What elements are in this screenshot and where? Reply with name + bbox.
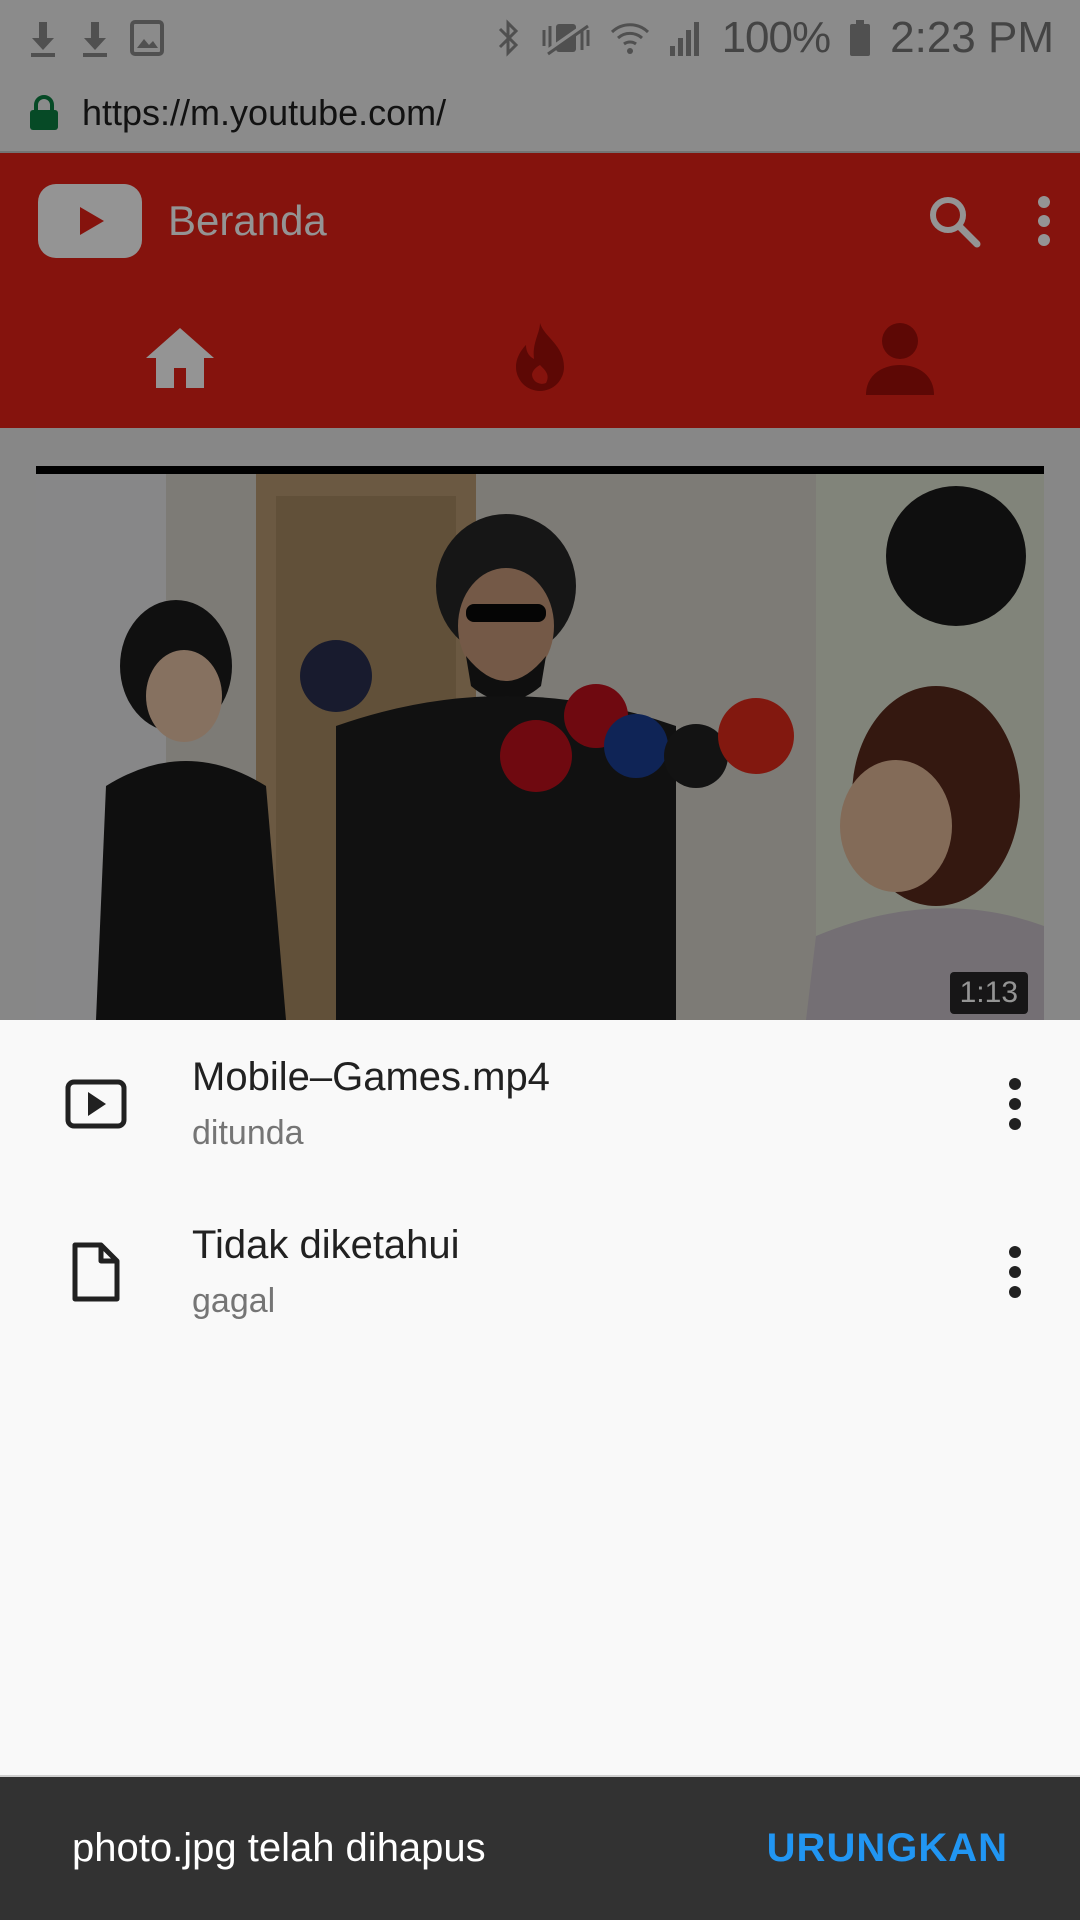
snackbar-message: photo.jpg telah dihapus (72, 1826, 486, 1870)
more-vert-icon (1009, 1078, 1021, 1130)
youtube-header: Beranda (0, 153, 1080, 428)
video-thumbnail[interactable]: 1:13 (36, 466, 1044, 1020)
page-title: Beranda (168, 196, 327, 244)
video-thumbnail-image (36, 466, 1044, 1020)
search-icon[interactable] (926, 193, 982, 249)
trending-icon (516, 323, 564, 391)
more-options-button[interactable] (950, 1188, 1080, 1356)
more-options-button[interactable] (950, 1020, 1080, 1188)
battery-icon (850, 19, 871, 56)
account-icon (866, 323, 934, 395)
download-item[interactable]: Tidak diketahui gagal (0, 1188, 1080, 1356)
battery-percent: 100% (721, 12, 832, 62)
snackbar: photo.jpg telah dihapus URUNGKAN (0, 1775, 1080, 1920)
file-icon (72, 1242, 120, 1302)
vibrate-icon (542, 21, 590, 55)
bluetooth-icon (498, 18, 518, 57)
download-name: Tidak diketahui (192, 1223, 460, 1267)
download-name: Mobile–Games.mp4 (192, 1055, 550, 1099)
lock-icon (30, 95, 58, 130)
youtube-logo-icon[interactable] (38, 183, 142, 258)
signal-icon (669, 21, 699, 56)
downloads-sheet: Mobile–Games.mp4 ditunda Tidak diketahui… (0, 1020, 1080, 1775)
url-bar[interactable]: https://m.youtube.com/ (0, 75, 1080, 153)
download-icon (31, 21, 55, 57)
url-text[interactable]: https://m.youtube.com/ (82, 92, 446, 134)
tab-home[interactable] (0, 288, 360, 428)
download-status: gagal (192, 1282, 276, 1320)
video-duration: 1:13 (949, 972, 1028, 1014)
more-vert-icon[interactable] (1036, 194, 1052, 248)
wifi-icon (610, 22, 649, 54)
clock: 2:23 PM (890, 12, 1054, 62)
home-icon (146, 328, 214, 388)
video-file-icon (65, 1079, 127, 1129)
tab-account[interactable] (720, 288, 1080, 428)
download-item[interactable]: Mobile–Games.mp4 ditunda (0, 1020, 1080, 1188)
tab-trending[interactable] (360, 288, 720, 428)
download-status: ditunda (192, 1114, 304, 1152)
download-icon (83, 21, 107, 57)
status-bar: 100% 2:23 PM (0, 0, 1080, 75)
more-vert-icon (1009, 1246, 1021, 1298)
video-feed: 1:13 (0, 428, 1080, 1020)
undo-button[interactable]: URUNGKAN (767, 1826, 1008, 1871)
image-icon (130, 19, 164, 56)
